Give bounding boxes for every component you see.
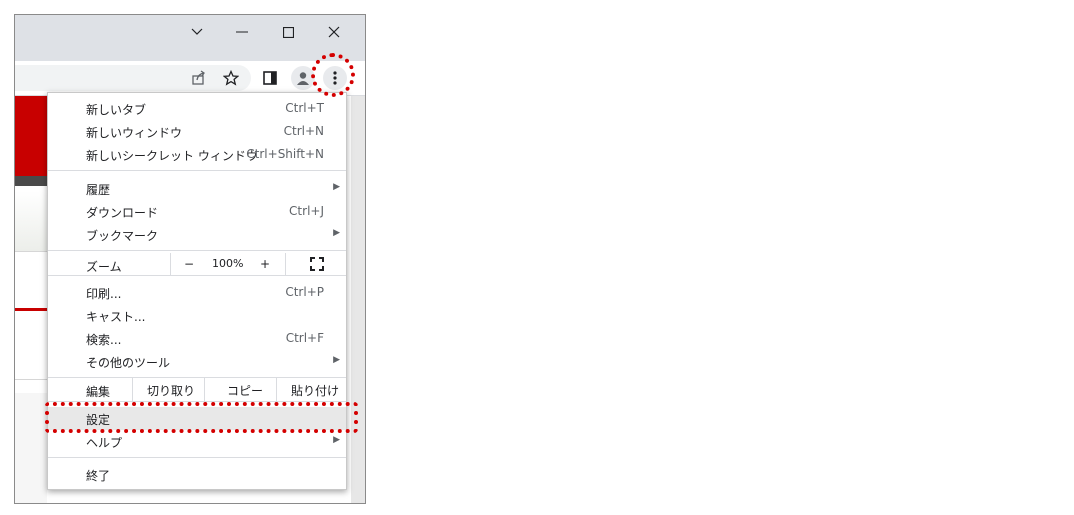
red-rule [15, 308, 47, 311]
menu-item-label: 新しいタブ [86, 103, 147, 117]
menu-item-incognito[interactable]: 新しいシークレット ウィンドウ Ctrl+Shift+N [48, 143, 346, 166]
zoom-in-button[interactable]: + [260, 257, 270, 271]
submenu-arrow-icon: ▶ [333, 435, 340, 445]
light-panel [15, 191, 47, 251]
close-icon[interactable] [314, 21, 354, 43]
fullscreen-icon[interactable] [310, 257, 324, 274]
menu-separator [48, 170, 346, 171]
menu-item-label: 編集 [86, 385, 111, 399]
menu-item-label: ブックマーク [86, 229, 159, 243]
divider [15, 379, 47, 380]
menu-item-shortcut: Ctrl+T [285, 101, 324, 115]
submenu-arrow-icon: ▶ [333, 228, 340, 238]
copy-button[interactable]: コピー [227, 382, 263, 399]
menu-item-label: その他のツール [86, 356, 171, 370]
menu-item-new-window[interactable]: 新しいウィンドウ Ctrl+N [48, 120, 346, 143]
menu-item-label: ダウンロード [86, 206, 159, 220]
minimize-icon[interactable] [222, 21, 262, 43]
divider [15, 251, 47, 252]
menu-item-help[interactable]: ヘルプ ▶ [48, 430, 346, 453]
menu-item-shortcut: Ctrl+Shift+N [246, 147, 324, 161]
menu-item-label: 新しいウィンドウ [86, 126, 183, 140]
edit-divider [132, 378, 133, 401]
menu-item-label: 印刷... [86, 287, 122, 301]
share-icon[interactable] [190, 69, 208, 87]
side-panel-icon[interactable] [261, 69, 279, 87]
menu-item-new-tab[interactable]: 新しいタブ Ctrl+T [48, 97, 346, 120]
gray-panel [15, 393, 47, 503]
title-bar [15, 15, 365, 61]
menu-item-shortcut: Ctrl+N [283, 124, 324, 138]
menu-item-label: キャスト... [86, 310, 146, 324]
menu-item-label: 新しいシークレット ウィンドウ [86, 149, 258, 163]
menu-item-shortcut: Ctrl+J [289, 204, 324, 218]
chevron-down-icon[interactable] [177, 21, 217, 43]
menu-item-edit: 編集 切り取り コピー 貼り付け [48, 378, 346, 401]
zoom-divider [285, 253, 286, 275]
menu-item-bookmarks[interactable]: ブックマーク ▶ [48, 223, 346, 246]
menu-item-label: 終了 [86, 469, 111, 483]
menu-item-label: 検索... [86, 333, 122, 347]
menu-item-zoom: ズーム − 100% + [48, 253, 346, 275]
menu-item-cast[interactable]: キャスト... [48, 304, 346, 327]
menu-separator [48, 275, 346, 276]
red-banner [15, 96, 47, 176]
menu-item-print[interactable]: 印刷... Ctrl+P [48, 281, 346, 304]
cut-button[interactable]: 切り取り [147, 382, 195, 399]
dark-strip [15, 176, 47, 186]
menu-item-exit[interactable]: 終了 [48, 463, 346, 486]
menu-item-more-tools[interactable]: その他のツール ▶ [48, 350, 346, 373]
zoom-level: 100% [212, 257, 244, 270]
menu-item-downloads[interactable]: ダウンロード Ctrl+J [48, 200, 346, 223]
edit-divider [276, 378, 277, 401]
menu-separator [48, 457, 346, 458]
zoom-divider [170, 253, 171, 275]
menu-item-find[interactable]: 検索... Ctrl+F [48, 327, 346, 350]
submenu-arrow-icon: ▶ [333, 182, 340, 192]
menu-item-shortcut: Ctrl+P [285, 285, 324, 299]
submenu-arrow-icon: ▶ [333, 355, 340, 365]
star-icon[interactable] [222, 69, 240, 87]
menu-item-label: ヘルプ [86, 436, 123, 450]
paste-button[interactable]: 貼り付け [291, 382, 339, 399]
menu-item-label: 履歴 [86, 183, 111, 197]
menu-item-history[interactable]: 履歴 ▶ [48, 177, 346, 200]
highlight-rectangle [45, 402, 358, 433]
highlight-circle [311, 53, 355, 97]
scrollbar[interactable] [351, 96, 365, 503]
maximize-icon[interactable] [268, 21, 308, 43]
menu-item-label: ズーム [86, 260, 122, 274]
menu-item-shortcut: Ctrl+F [285, 331, 324, 345]
zoom-out-button[interactable]: − [184, 257, 194, 271]
address-bar[interactable] [15, 65, 251, 91]
edit-divider [204, 378, 205, 401]
menu-separator [48, 250, 346, 251]
